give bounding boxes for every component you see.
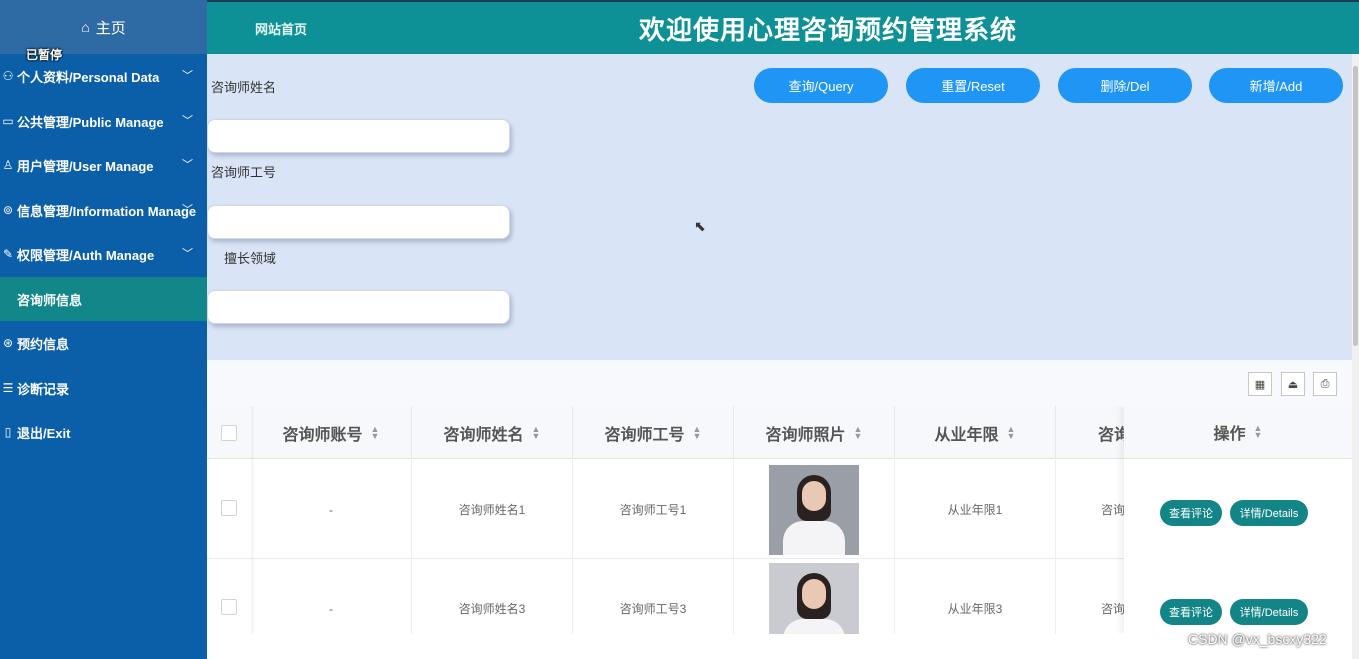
column-label: 咨询师照片 [765,426,846,444]
sort-icon[interactable]: ▲ ▼ [693,424,702,440]
home-icon: ⌂ [81,19,90,35]
column-label: 咨询师账号 [282,426,363,444]
chevron-down-icon: ﹀ [182,115,193,127]
sidebar-item-label: 信息管理/Information Manage [17,203,197,219]
export-icon[interactable]: ⏏ [1281,372,1305,396]
monitor-icon: ▭ [2,114,14,128]
page-scrollbar[interactable] [1352,54,1359,659]
user-card-icon: ⚇ [2,69,14,83]
add-button[interactable]: 新增/Add [1209,68,1343,103]
sort-icon[interactable]: ▲ ▼ [532,424,541,440]
calendar-icon: ⊛ [2,336,14,350]
table-toolbar: ▦ ⏏ ⎙ [207,360,1352,406]
counselor-name-input[interactable] [207,119,510,153]
cell-photo [734,460,895,559]
sort-icon[interactable]: ▲ ▼ [1007,424,1016,440]
row-checkbox[interactable] [221,599,237,615]
cell-name: 咨询师姓名1 [412,460,573,559]
counselor-photo[interactable] [769,563,859,634]
cell-name: 咨询师姓名3 [412,559,573,634]
cell-photo [734,559,895,634]
sidebar-item-diagnosis-records[interactable]: ☰ 诊断记录 [0,366,207,410]
site-home-link[interactable]: 网站首页 [255,19,307,38]
cell-years: 从业年限3 [895,559,1056,634]
counselor-number-label: 咨询师工号 [211,165,277,180]
column-header-name[interactable]: 咨询师姓名 ▲ ▼ [412,406,573,459]
sidebar-item-label: 用户管理/User Manage [17,158,154,174]
counselor-photo[interactable] [769,464,859,555]
sidebar-item-information-manage[interactable]: ⊚ 信息管理/Information Manage ﹀ [0,188,207,232]
delete-button[interactable]: 删除/Del [1058,68,1192,103]
chevron-down-icon: ﹀ [182,204,193,216]
search-panel: 咨询师姓名 咨询师工号 擅长领域 查询/Query 重置/Reset 删除/De… [207,54,1352,360]
sort-icon[interactable]: ▲ ▼ [854,424,863,440]
column-header-number[interactable]: 咨询师工号 ▲ ▼ [573,406,734,459]
sidebar-item-user-manage[interactable]: ♙ 用户管理/User Manage ﹀ [0,143,207,187]
sidebar-item-exit[interactable]: ▯ 退出/Exit [0,410,207,454]
sort-icon[interactable]: ▲ ▼ [1254,424,1263,440]
details-button[interactable]: 详情/Details [1230,599,1308,625]
column-header-account[interactable]: 咨询师账号 ▲ ▼ [251,406,412,459]
sidebar-item-label: 权限管理/Auth Manage [17,247,155,263]
cell-number: 咨询师工号3 [573,559,734,634]
fixed-column-shadow [251,406,255,634]
counselor-name-label: 咨询师姓名 [211,80,277,95]
query-button[interactable]: 查询/Query [754,68,888,103]
chevron-down-icon: ﹀ [182,70,193,82]
scrollbar-thumb[interactable] [1353,66,1358,346]
mouse-cursor-icon: ⬉ [694,218,706,234]
column-label: 操作 [1213,426,1246,443]
sidebar-item-appointments[interactable]: ⊛ 预约信息 [0,321,207,365]
cell-number: 咨询师工号1 [573,460,734,559]
cell-account: - [251,460,412,559]
specialty-input[interactable] [207,290,510,324]
sidebar-item-label: 公共管理/Public Manage [17,114,164,130]
view-reviews-button[interactable]: 查看评论 [1160,599,1222,625]
column-label: 咨询师工号 [604,426,685,444]
sidebar-item-public-manage[interactable]: ▭ 公共管理/Public Manage ﹀ [0,99,207,143]
select-all-checkbox[interactable] [221,425,237,441]
header: 网站首页 欢迎使用心理咨询预约管理系统 [207,0,1359,54]
sidebar-item-label: 预约信息 [17,336,70,352]
chevron-down-icon: ﹀ [182,248,193,260]
print-icon[interactable]: ⎙ [1313,372,1337,396]
chevron-down-icon: ﹀ [182,159,193,171]
record-icon: ☰ [2,381,14,395]
sort-icon[interactable]: ▲ ▼ [371,424,380,440]
view-reviews-button[interactable]: 查看评论 [1160,500,1222,526]
column-label: 从业年限 [934,426,999,444]
sidebar: ⌂ 主页 已暂停 ⚇ 个人资料/Personal Data ﹀ ▭ 公共管理/P… [0,0,207,659]
sidebar-item-label: 个人资料/Personal Data [17,69,160,85]
row-checkbox[interactable] [221,500,237,516]
cell-years: 从业年限1 [895,460,1056,559]
header-top-border [207,0,1359,2]
sidebar-item-label: 诊断记录 [17,381,70,397]
sidebar-item-label: 退出/Exit [17,425,71,441]
user-icon: ♙ [2,158,14,172]
column-header-operations[interactable]: 操作 ▲ ▼ [1124,406,1352,459]
sidebar-item-personal-data[interactable]: ⚇ 个人资料/Personal Data ﹀ [0,54,207,98]
home-label: 主页 [95,19,126,37]
key-icon: ✎ [2,247,14,261]
operations-column: 操作 ▲ ▼ 查看评论 详情/Details 查看评论 详情/Details [1124,406,1352,634]
sidebar-item-label: 咨询师信息 [17,292,83,308]
counselor-number-input[interactable] [207,205,510,239]
sidebar-item-auth-manage[interactable]: ✎ 权限管理/Auth Manage ﹀ [0,232,207,276]
column-header-photo[interactable]: 咨询师照片 ▲ ▼ [734,406,895,459]
specialty-label: 擅长领域 [224,251,277,266]
cell-account: - [251,559,412,634]
column-header-years[interactable]: 从业年限 ▲ ▼ [895,406,1056,459]
counselor-table: 咨询师账号 ▲ ▼ 咨询师姓名 ▲ ▼ 咨询师工号 ▲ ▼ 咨询师照片 ▲ ▼ 从业年限… [207,406,1352,634]
columns-icon[interactable]: ▦ [1248,372,1272,396]
watermark: CSDN @vx_bscxy322 [1188,631,1327,647]
details-button[interactable]: 详情/Details [1230,500,1308,526]
exit-icon: ▯ [4,425,12,439]
page-title: 欢迎使用心理咨询预约管理系统 [639,15,1018,45]
sidebar-item-counselor-info[interactable]: 咨询师信息 [0,277,207,321]
reset-button[interactable]: 重置/Reset [906,68,1040,103]
column-label: 咨询师姓名 [443,426,524,444]
info-icon: ⊚ [2,203,14,217]
